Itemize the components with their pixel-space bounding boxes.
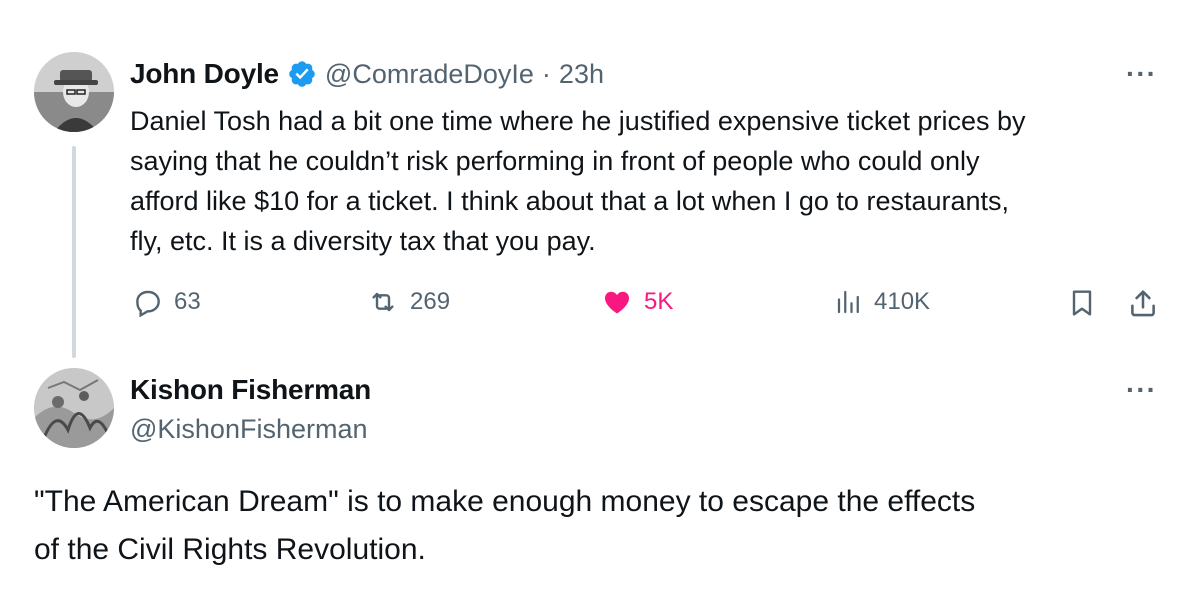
author-handle[interactable]: @KishonFisherman — [130, 414, 368, 445]
more-options-icon[interactable]: ··· — [1126, 374, 1157, 406]
tweet-text-line: fly, etc. It is a diversity tax that you… — [130, 226, 596, 256]
tweet1-header: John Doyle @ComradeDoyIe · 23h — [130, 58, 604, 90]
reply-icon — [132, 286, 164, 318]
tweet2-text: "The American Dream" is to make enough m… — [34, 478, 1164, 574]
tweet-text-line: afford like $10 for a ticket. I think ab… — [130, 186, 1010, 216]
share-icon[interactable] — [1126, 286, 1160, 320]
bookmark-icon[interactable] — [1066, 286, 1098, 320]
repost-icon — [366, 286, 400, 318]
heart-icon — [600, 286, 634, 318]
avatar-john-doyle[interactable] — [34, 52, 114, 132]
repost-button[interactable]: 269 — [366, 286, 450, 318]
avatar-kishon-fisherman[interactable] — [34, 368, 114, 448]
like-button[interactable]: 5K — [600, 286, 673, 318]
author-handle[interactable]: @ComradeDoyIe — [325, 59, 534, 90]
avatar-image — [34, 368, 114, 448]
avatar-image — [34, 52, 114, 132]
tweet1-text: Daniel Tosh had a bit one time where he … — [130, 101, 1170, 261]
more-options-icon[interactable]: ··· — [1126, 58, 1157, 90]
tweet-text-line: Daniel Tosh had a bit one time where he … — [130, 106, 1026, 136]
verified-badge-icon — [287, 59, 317, 89]
tweet-text-line: saying that he couldn’t risk performing … — [130, 146, 980, 176]
repost-count: 269 — [410, 288, 451, 315]
separator-dot: · — [541, 58, 551, 89]
author-name[interactable]: John Doyle — [130, 58, 279, 90]
tweet-text-line: of the Civil Rights Revolution. — [34, 533, 426, 566]
tweet-text-line: "The American Dream" is to make enough m… — [34, 485, 976, 518]
thread-connector-line — [72, 146, 76, 358]
views-count: 410K — [874, 288, 931, 315]
like-count: 5K — [644, 288, 674, 315]
reply-button[interactable]: 63 — [132, 286, 201, 318]
reply-count: 63 — [174, 288, 201, 315]
timestamp[interactable]: 23h — [559, 59, 604, 90]
views-icon — [834, 286, 864, 318]
author-name[interactable]: Kishon Fisherman — [130, 374, 371, 406]
views-button[interactable]: 410K — [834, 286, 930, 318]
